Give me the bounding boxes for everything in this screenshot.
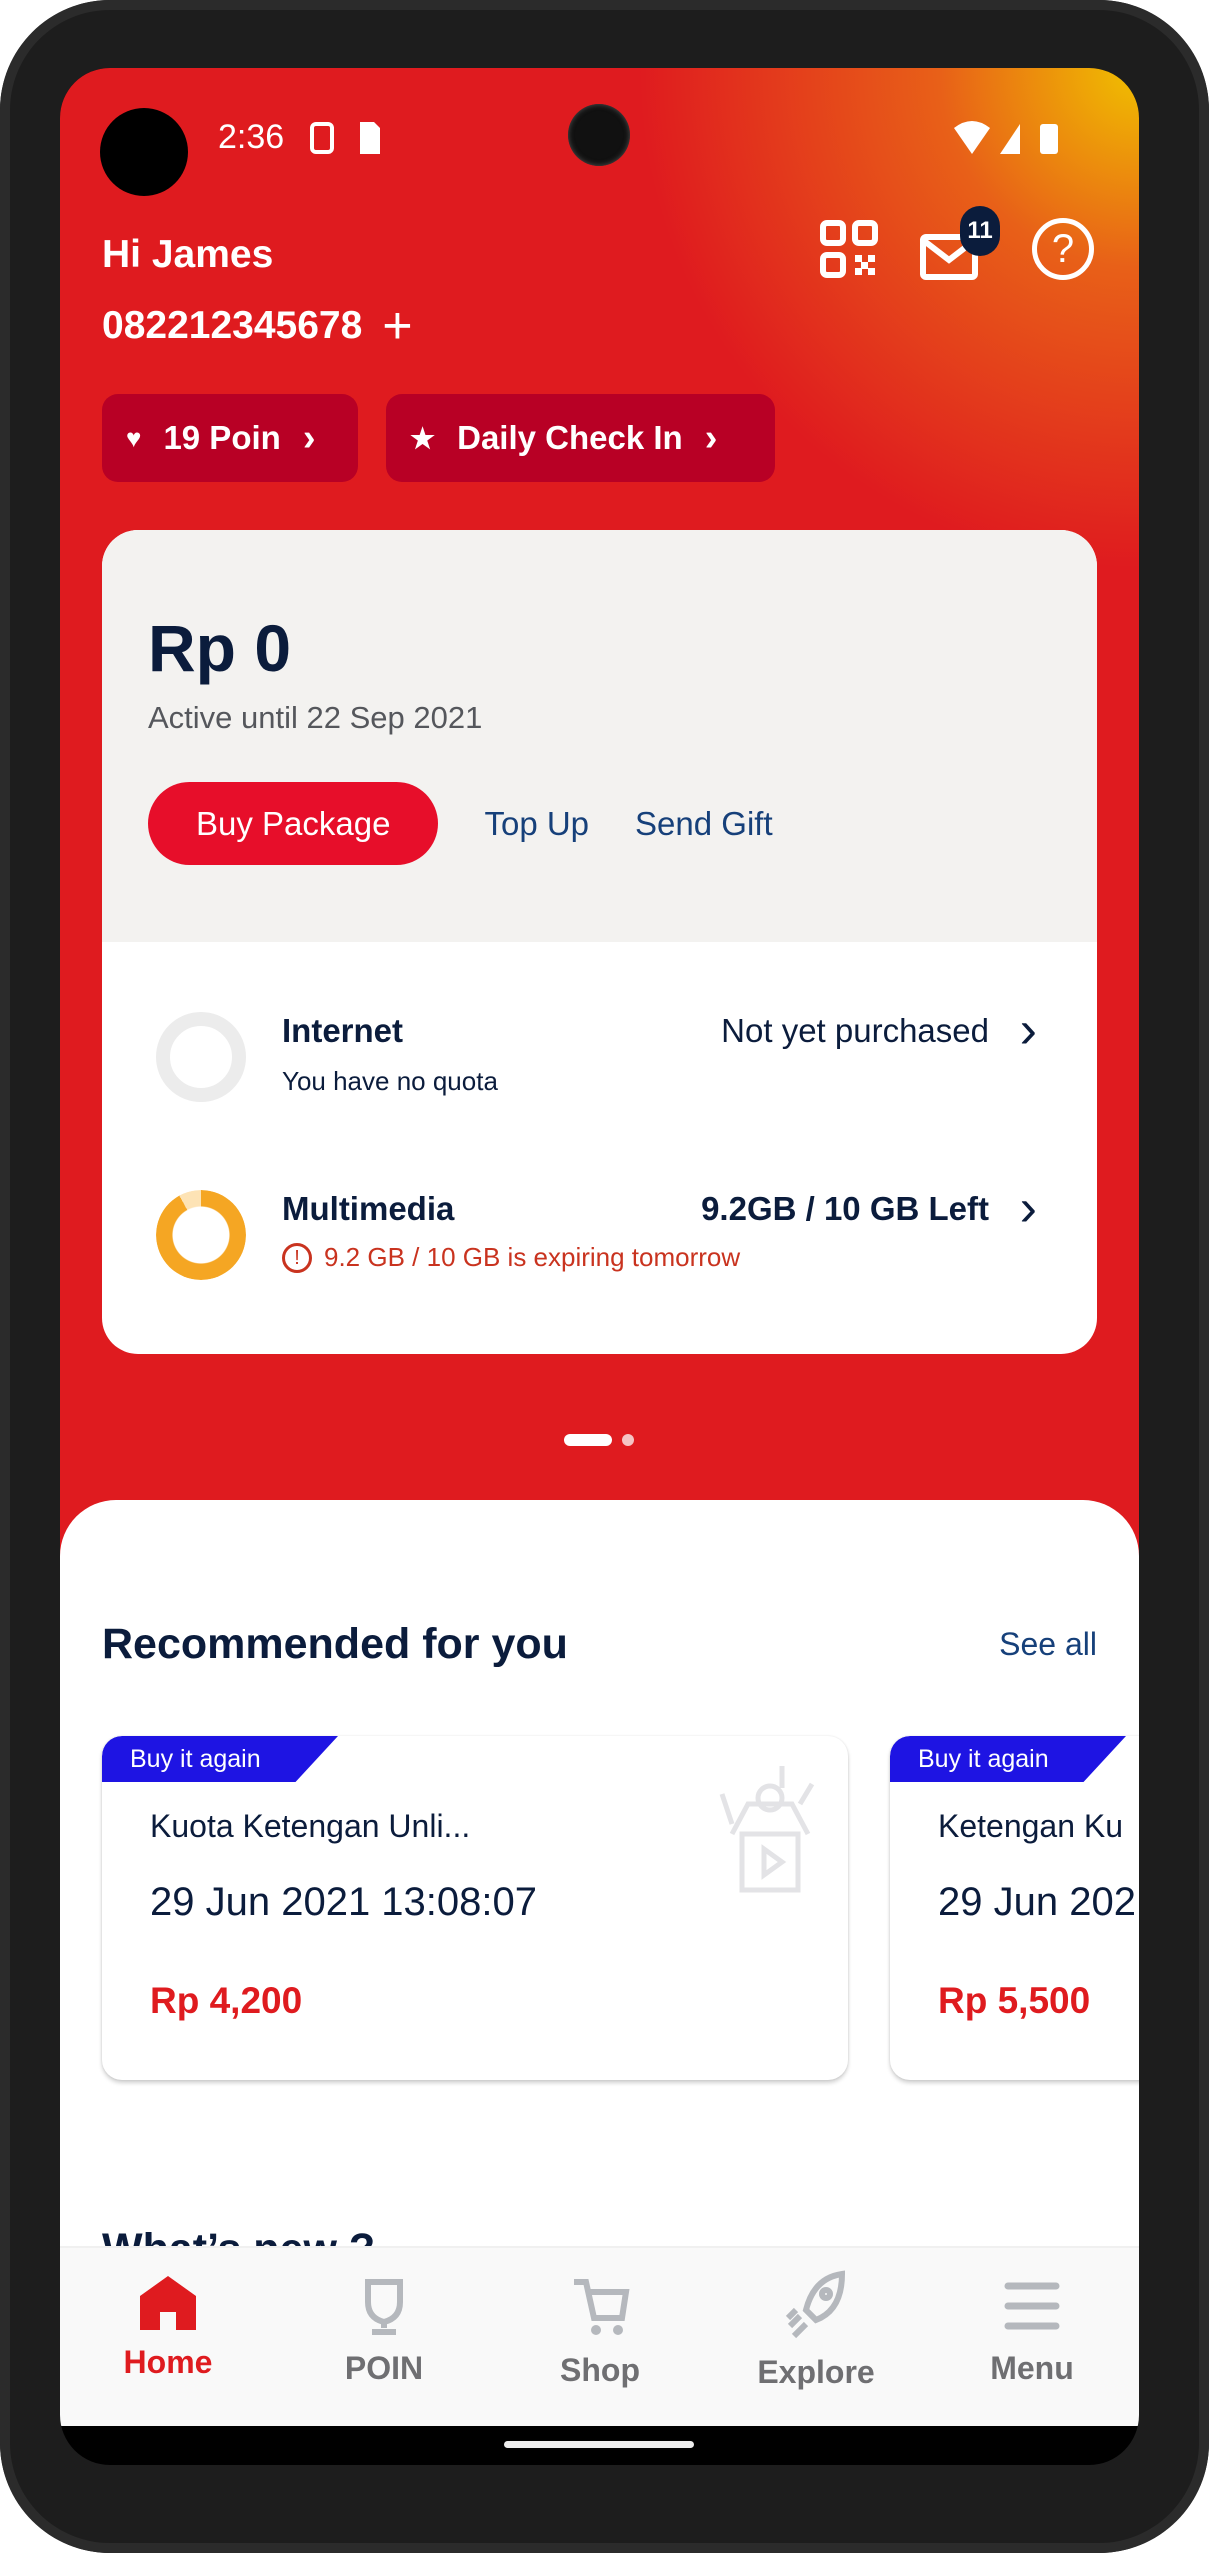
chevron-right-icon: ›: [1019, 1179, 1037, 1237]
chevron-right-icon: ›: [704, 416, 718, 459]
home-icon: [140, 2276, 196, 2330]
nav-explore[interactable]: Explore: [708, 2270, 924, 2391]
avatar: [100, 108, 188, 196]
phone-frame: 2:36 Hi James 082212345678 + 11 ? ♥ 19 P…: [0, 0, 1209, 2553]
warning-icon: !: [282, 1242, 312, 1273]
nav-home[interactable]: Home: [60, 2274, 276, 2381]
recommended-card[interactable]: Buy it again Kuota Ketengan Unli... 29 J…: [102, 1736, 848, 2080]
nav-shop[interactable]: Shop: [492, 2278, 708, 2389]
balance-amount: Rp 0: [148, 611, 292, 685]
quota-ring: [156, 1012, 246, 1102]
purchase-date: 29 Jun 202: [938, 1880, 1136, 1924]
quota-status: Not yet purchased: [721, 1012, 989, 1049]
sim-icon: [310, 122, 380, 154]
notification-badge: 11: [960, 206, 1000, 256]
buy-package-button[interactable]: Buy Package: [148, 782, 439, 865]
package-price: Rp 5,500: [938, 1980, 1091, 2021]
heart-icon: ♥: [126, 422, 142, 453]
header: 2:36 Hi James 082212345678 + 11 ? ♥ 19 P…: [60, 68, 1139, 1628]
active-until: Active until 22 Sep 2021: [148, 700, 483, 735]
trophy-icon: [365, 2279, 403, 2335]
quota-name: Multimedia: [282, 1190, 455, 1227]
recommended-title: Recommended for you: [102, 1620, 568, 1668]
quota-row-multimedia[interactable]: Multimedia ! 9.2 GB / 10 GB is expiring …: [102, 1170, 1097, 1310]
home-indicator[interactable]: [504, 2441, 694, 2448]
package-name: Kuota Ketengan Unli...: [150, 1808, 471, 1844]
balance-card: Rp 0 Active until 22 Sep 2021 Buy Packag…: [102, 530, 1097, 1354]
nav-label: Menu: [990, 2350, 1074, 2386]
signal-battery-icons: [954, 121, 1058, 154]
chevron-right-icon: ›: [302, 416, 316, 459]
carousel-dot-active[interactable]: [564, 1434, 612, 1446]
buy-again-tag: Buy it again: [890, 1736, 1126, 1782]
add-number-icon[interactable]: +: [382, 300, 412, 352]
daily-check-in-button[interactable]: ★ Daily Check In ›: [386, 394, 775, 482]
purchase-date: 29 Jun 2021 13:08:07: [150, 1880, 538, 1924]
status-time: 2:36: [218, 118, 285, 156]
menu-icon: [1004, 2282, 1060, 2330]
nav-label: Home: [123, 2344, 213, 2380]
package-price: Rp 4,200: [150, 1980, 303, 2021]
points-label: 19 Poin: [163, 419, 281, 456]
greeting: Hi James: [102, 233, 274, 276]
quota-name: Internet: [282, 1012, 404, 1049]
send-gift-link[interactable]: Send Gift: [635, 805, 773, 843]
nav-label: POIN: [344, 2350, 424, 2386]
chevron-right-icon: ›: [1019, 1001, 1037, 1059]
camera-cutout: [568, 104, 630, 166]
cart-icon: [574, 2279, 630, 2335]
quota-row-internet[interactable]: Internet You have no quota Not yet purch…: [102, 990, 1097, 1130]
multimedia-package-icon: [719, 1766, 815, 1893]
nav-label: Shop: [560, 2352, 640, 2388]
quota-subtitle: 9.2 GB / 10 GB is expiring tomorrow: [324, 1242, 741, 1272]
carousel-dot[interactable]: [622, 1434, 634, 1446]
quota-status: 9.2GB / 10 GB Left: [701, 1190, 989, 1227]
expiry-warning: ! 9.2 GB / 10 GB is expiring tomorrow: [282, 1242, 740, 1273]
quota-subtitle: You have no quota: [282, 1066, 498, 1096]
phone-number: 082212345678 +: [102, 300, 413, 352]
nav-label: Explore: [757, 2354, 875, 2390]
quota-ring: [156, 1190, 246, 1280]
phone-number-text: 082212345678: [102, 304, 363, 347]
points-button[interactable]: ♥ 19 Poin ›: [102, 394, 358, 482]
nav-poin[interactable]: POIN: [276, 2278, 492, 2387]
package-name: Ketengan Ku: [938, 1808, 1124, 1844]
recommended-card[interactable]: Buy it again Ketengan Ku 29 Jun 202 Rp 5…: [890, 1736, 1139, 2080]
daily-check-in-label: Daily Check In: [457, 419, 683, 456]
nav-menu[interactable]: Menu: [924, 2278, 1139, 2387]
qr-code-icon[interactable]: [820, 220, 878, 278]
see-all-link[interactable]: See all: [999, 1626, 1097, 1663]
star-icon: ★: [410, 422, 436, 454]
help-icon[interactable]: ?: [1032, 218, 1094, 280]
rocket-icon: [785, 2270, 846, 2339]
bottom-nav: Home POIN Shop Explore Menu: [60, 2246, 1139, 2426]
top-up-link[interactable]: Top Up: [484, 805, 589, 843]
screen: 2:36 Hi James 082212345678 + 11 ? ♥ 19 P…: [60, 68, 1139, 2465]
buy-again-tag: Buy it again: [102, 1736, 338, 1782]
